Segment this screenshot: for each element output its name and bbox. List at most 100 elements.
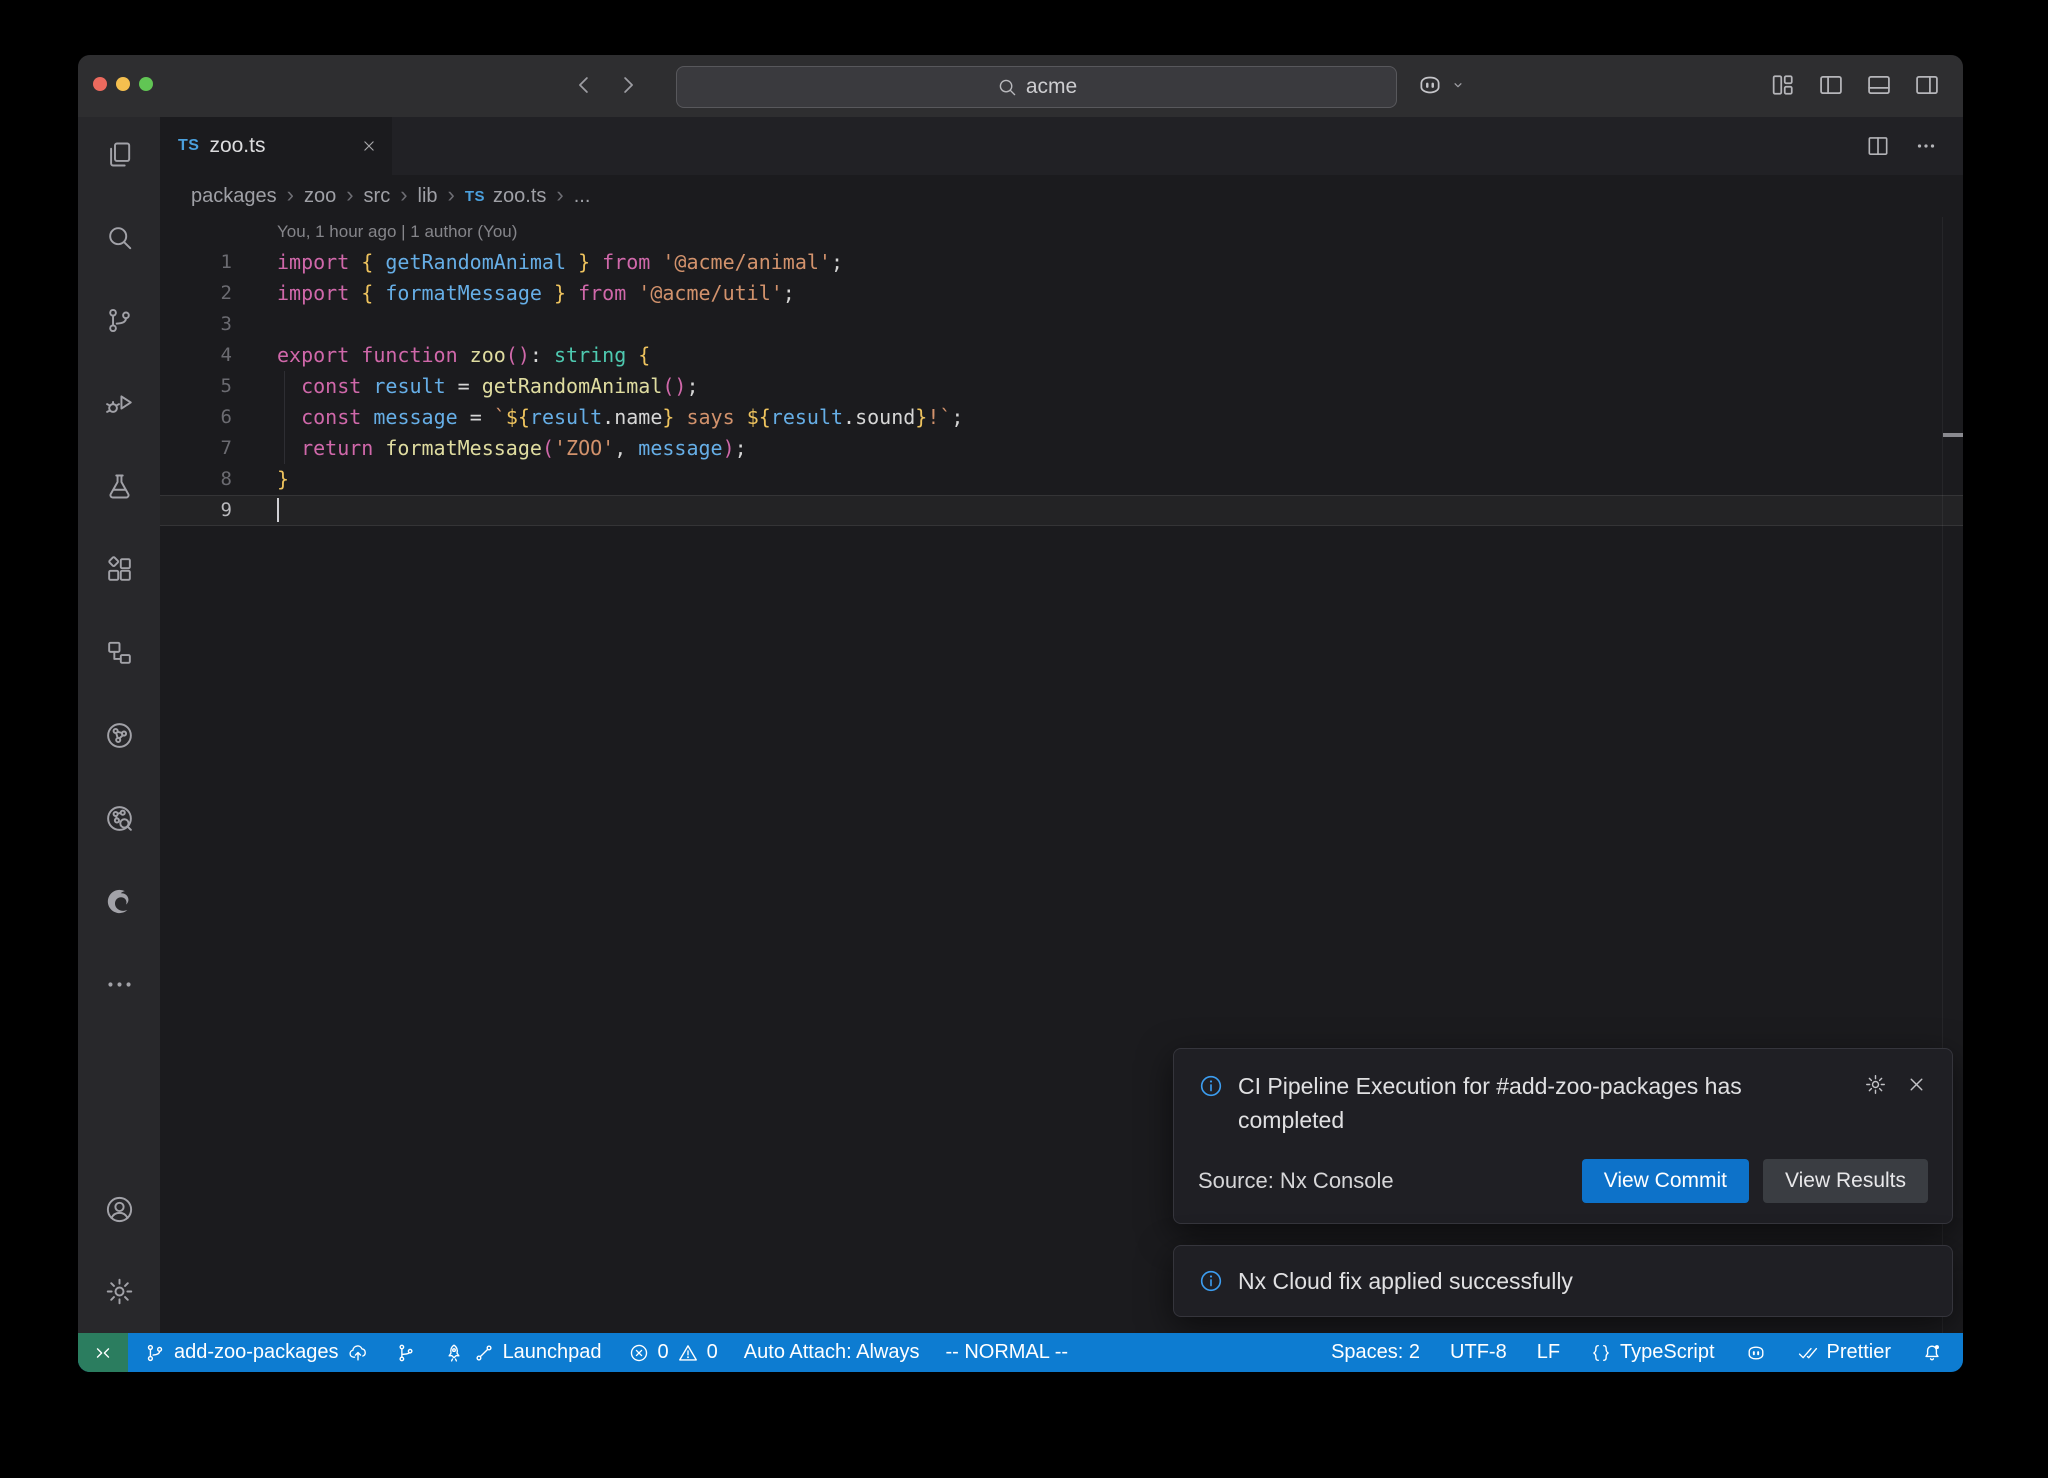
info-icon [1198,1073,1224,1099]
breadcrumb-file-name: zoo.ts [493,185,546,208]
status-item-encoding[interactable]: UTF-8 [1450,1341,1507,1364]
notification-settings-icon[interactable] [1864,1073,1887,1096]
line-number: 6 [160,402,232,433]
status-item-indentation[interactable]: Spaces: 2 [1331,1341,1420,1364]
status-item-label: UTF-8 [1450,1341,1507,1364]
activity-item-edge-tools[interactable] [99,881,139,921]
status-item-notifications-bell[interactable] [1921,1342,1943,1364]
copilot-icon [1745,1342,1767,1364]
status-item-label: 0 [707,1341,718,1364]
zoom-window-button[interactable] [139,77,153,91]
code-lines: 1import { getRandomAnimal } from '@acme/… [160,247,1963,526]
chevron-right-icon: › [400,184,407,206]
tab-bar: TS zoo.ts [160,117,1963,175]
text-cursor [277,498,279,522]
code-line-7: 7 return formatMessage('ZOO', message); [160,433,1963,464]
chevron-right-icon: › [346,184,353,206]
more-actions-icon[interactable] [1913,133,1939,159]
status-item-label: Prettier [1827,1341,1891,1364]
notification-center: CI Pipeline Execution for #add-zoo-packa… [1173,1048,1953,1317]
line-content [232,495,279,526]
line-content: import { formatMessage } from '@acme/uti… [232,278,795,309]
status-item-git-branch[interactable]: add-zoo-packages [144,1341,369,1364]
testing-icon [104,471,135,502]
layout-controls [1769,71,1941,99]
split-editor-icon[interactable] [1865,133,1891,159]
status-item-problems[interactable]: 00 [628,1341,718,1364]
forward-arrow-icon[interactable] [614,71,642,99]
activity-item-accounts[interactable] [99,1189,139,1229]
notification-close-icon[interactable] [1905,1073,1928,1096]
view-results-button[interactable]: View Results [1763,1159,1928,1203]
git-branch-icon [144,1342,166,1364]
copilot-menu[interactable] [1416,71,1468,99]
breadcrumb-item[interactable]: lib [418,185,438,208]
status-item-copilot[interactable] [1745,1342,1767,1364]
activity-item-source-control[interactable] [99,300,139,340]
minimize-window-button[interactable] [116,77,130,91]
breadcrumb-item[interactable]: src [364,185,391,208]
activity-item-nx-cloud[interactable] [99,798,139,838]
breadcrumb-more[interactable]: ... [574,185,591,208]
status-item-label: Spaces: 2 [1331,1341,1420,1364]
status-item-eol[interactable]: LF [1537,1341,1560,1364]
status-item-git-graph[interactable] [395,1342,417,1364]
status-item-label: Launchpad [503,1341,602,1364]
warning-icon [677,1342,699,1364]
activity-item-references[interactable] [99,632,139,672]
nx-console-icon [104,720,135,751]
activity-bar [78,117,160,1333]
code-line-9: 9 [160,495,1963,526]
status-item-vim-mode[interactable]: -- NORMAL -- [945,1341,1068,1364]
status-bar-left: add-zoo-packages Launchpad 00 Auto Attach: … [128,1333,1068,1372]
code-line-5: 5 const result = getRandomAnimal(); [160,371,1963,402]
layout-secondary-sidebar-icon[interactable] [1913,71,1941,99]
ts-file-icon: TS [465,188,485,205]
chevron-down-icon [1448,75,1468,95]
tab-label: zoo.ts [209,134,265,158]
status-bar: add-zoo-packages Launchpad 00 Auto Attach: … [78,1333,1963,1372]
command-center[interactable]: acme [676,66,1397,108]
code-line-8: 8} [160,464,1963,495]
code-line-2: 2import { formatMessage } from '@acme/ut… [160,278,1963,309]
layout-sidebar-icon[interactable] [1817,71,1845,99]
copilot-icon [1416,71,1444,99]
code-line-6: 6 const message = `${result.name} says $… [160,402,1963,433]
gear-icon [104,1276,135,1307]
breadcrumb-file[interactable]: TS zoo.ts [465,185,547,208]
edge-swirl-icon [104,886,135,917]
breadcrumb-item[interactable]: zoo [304,185,336,208]
activity-item-search[interactable] [99,217,139,257]
explorer-icon [104,139,135,170]
status-item-launchpad[interactable]: Launchpad [443,1341,602,1364]
activity-item-run-debug[interactable] [99,383,139,423]
status-item-label: TypeScript [1620,1341,1714,1364]
activity-item-more-views[interactable] [99,964,139,1004]
activity-item-nx-console[interactable] [99,715,139,755]
status-item-language[interactable]: TypeScript [1590,1341,1714,1364]
remote-indicator[interactable] [78,1333,128,1372]
tab-close-icon[interactable] [360,137,378,155]
activity-item-extensions[interactable] [99,549,139,589]
source-control-icon [104,305,135,336]
ellipsis-icon [104,969,135,1000]
status-item-prettier[interactable]: Prettier [1797,1341,1891,1364]
activity-item-settings[interactable] [99,1271,139,1311]
cloud-upload-icon [347,1342,369,1364]
back-arrow-icon[interactable] [570,71,598,99]
breadcrumb-item[interactable]: packages [191,185,277,208]
line-content: import { getRandomAnimal } from '@acme/a… [232,247,843,278]
activity-item-testing[interactable] [99,466,139,506]
notification-tools [1864,1073,1928,1096]
vscode-window: acme TS zoo.ts [78,55,1963,1372]
notification-message: CI Pipeline Execution for #add-zoo-packa… [1238,1069,1798,1137]
activity-item-explorer[interactable] [99,134,139,174]
indent-guide [284,371,285,464]
view-commit-button[interactable]: View Commit [1582,1159,1749,1203]
status-item-label: LF [1537,1341,1560,1364]
status-item-auto-attach[interactable]: Auto Attach: Always [744,1341,920,1364]
layout-panel-icon[interactable] [1865,71,1893,99]
layout-customize-icon[interactable] [1769,71,1797,99]
tab-zoo-ts[interactable]: TS zoo.ts [160,117,392,175]
close-window-button[interactable] [93,77,107,91]
